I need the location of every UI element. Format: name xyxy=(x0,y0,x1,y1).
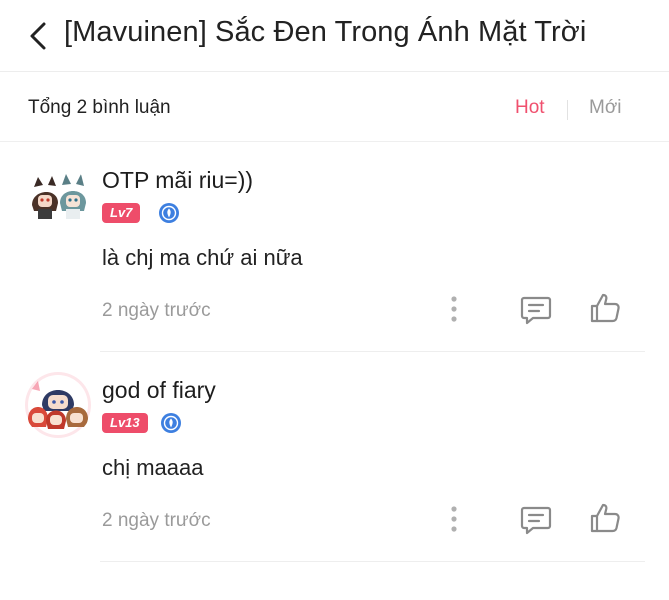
page-title: [Mavuinen] Sắc Đen Trong Ánh Mặt Trời xyxy=(64,16,587,48)
comment-time: 2 ngày trước xyxy=(102,510,211,531)
sort-hot-tab[interactable]: Hot xyxy=(515,97,545,119)
avatar[interactable] xyxy=(26,165,90,229)
comment-divider xyxy=(100,561,645,562)
more-vertical-icon[interactable] xyxy=(444,503,464,535)
comment-icon[interactable] xyxy=(519,295,553,325)
comment-time: 2 ngày trước xyxy=(102,300,211,321)
username[interactable]: OTP mãi riu=)) xyxy=(102,167,253,194)
comments-toolbar: Tổng 2 bình luận Hot Mới xyxy=(0,72,669,142)
top-header: [Mavuinen] Sắc Đen Trong Ánh Mặt Trời xyxy=(0,0,669,72)
comment-text: là chj ma chứ ai nữa xyxy=(102,245,303,270)
comment-divider xyxy=(100,351,645,352)
thumbs-up-icon[interactable] xyxy=(588,291,622,325)
verified-badge-icon xyxy=(161,413,181,433)
comment-icon[interactable] xyxy=(519,505,553,535)
more-vertical-icon[interactable] xyxy=(444,293,464,325)
thumbs-up-icon[interactable] xyxy=(588,501,622,535)
level-badge: Lv13 xyxy=(102,413,148,433)
comment-item: OTP mãi riu=)) Lv7 là chj ma chứ ai nữa … xyxy=(0,143,669,353)
avatar[interactable] xyxy=(24,371,92,439)
comment-item: god of fiary Lv13 chị maaaa 2 ngày trước xyxy=(0,353,669,563)
verified-badge-icon xyxy=(159,203,179,223)
username[interactable]: god of fiary xyxy=(102,377,216,404)
back-chevron-icon[interactable] xyxy=(22,14,58,58)
sort-divider xyxy=(567,100,568,120)
level-badge: Lv7 xyxy=(102,203,141,223)
comment-count: Tổng 2 bình luận xyxy=(28,97,171,118)
sort-new-tab[interactable]: Mới xyxy=(589,97,622,119)
comment-text: chị maaaa xyxy=(102,455,204,480)
